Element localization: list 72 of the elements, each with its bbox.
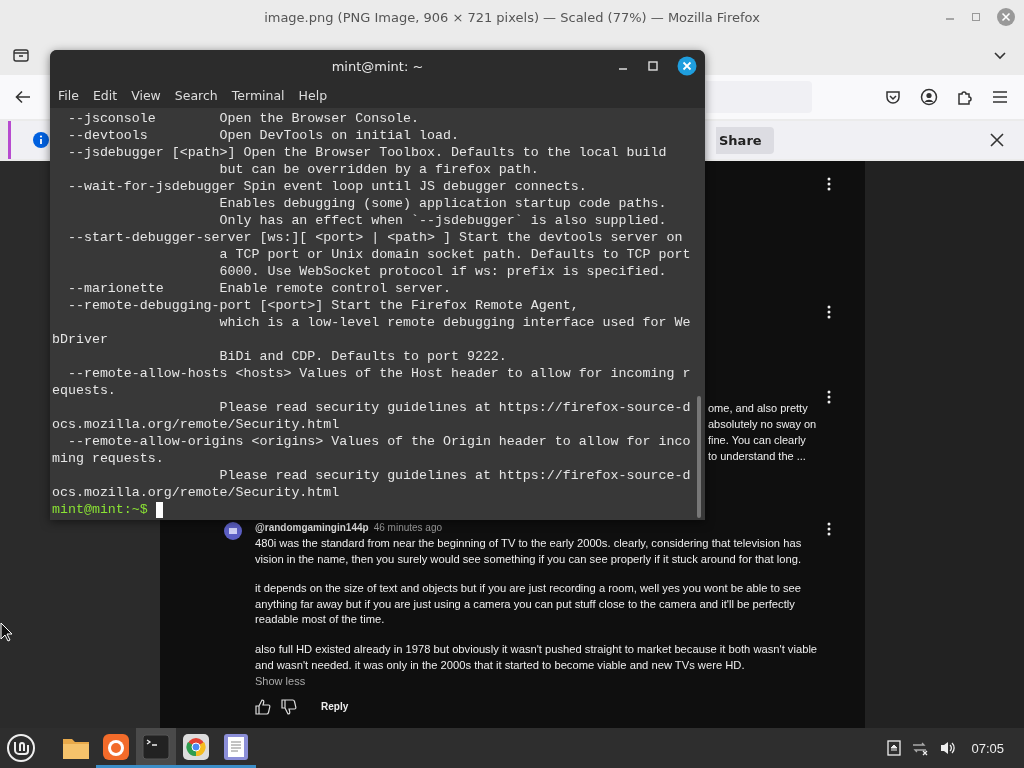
mint-logo-icon[interactable]: [6, 733, 36, 763]
window-title: mint@mint: ~: [331, 58, 424, 74]
terminal-line: equests.: [52, 382, 117, 399]
text-editor-icon: [223, 732, 249, 761]
shell-prompt: mint@mint:~$: [52, 501, 148, 518]
terminal-line: 6000. Use WebSocket protocol if ws: prefix is specified.: [218, 263, 668, 280]
menu-item[interactable]: Edit: [92, 87, 118, 103]
menu-item[interactable]: Terminal: [231, 87, 285, 103]
terminal-line: ocs.mozilla.org/remote/Security.html: [52, 416, 341, 433]
terminal-line: --remote-allow-origins <origins> Values of the Origin header to allow for inco: [66, 433, 692, 450]
terminal-line: BiDi and CDP. Defaults to port 9222.: [218, 348, 508, 365]
terminal-icon: [142, 733, 170, 760]
avatar-icon[interactable]: [224, 522, 242, 540]
text-cursor: [155, 501, 163, 518]
mouse-pointer-icon: [0, 622, 14, 642]
menu-item[interactable]: Search: [174, 87, 218, 103]
terminal-line: --marionette Enable remote control server.: [66, 280, 452, 297]
thumbs-down-icon[interactable]: [281, 698, 297, 715]
network-disconnected-icon[interactable]: [911, 740, 930, 756]
close-icon[interactable]: [990, 133, 1004, 147]
share-button[interactable]: Share: [716, 126, 774, 154]
menu-item[interactable]: View: [131, 87, 161, 103]
comment-paragraph: it depends on the size of text and objects but if you are just recording a room, well yes you wont be able to see anything far away but if you are just using a camera you can put stuff close to the camera and it'll be perfectly readable most of the time.: [255, 581, 803, 628]
pocket-icon[interactable]: [884, 88, 902, 106]
comment-author[interactable]: @randomgamingin144p: [255, 522, 369, 533]
terminal-line: but can be overridden by a firefox path.: [218, 161, 540, 178]
comment-paragraph: also full HD existed already in 1978 but obviously it wasn't pushed straight to market because it both wasn't viable and wasn't needed. it was only in the 2000s that it started to become viable and new TVs were HD.: [255, 641, 819, 673]
volume-icon[interactable]: [939, 740, 958, 756]
terminal-line: --remote-allow-hosts <hosts> Values of the Host header to allow for incoming r: [66, 365, 692, 382]
more-icon[interactable]: [827, 305, 831, 319]
browser-logo-icon: [182, 732, 210, 761]
browser-logo-icon: [102, 732, 130, 761]
maximize-icon[interactable]: [647, 60, 659, 72]
terminal-launcher[interactable]: [136, 728, 176, 768]
close-icon[interactable]: [677, 56, 697, 76]
terminal-line: --jsdebugger [<path>] Open the Browser Toolbox. Defaults to the local build: [66, 144, 668, 161]
comment-text: ome, and also pretty absolutely no sway on fine. You can clearly to understand the ...: [708, 401, 817, 464]
terminal-line: --jsconsole Open the Browser Console.: [66, 110, 421, 127]
menu-icon[interactable]: [992, 90, 1008, 104]
terminal-line: Please read security guidelines at https://firefox-source-d: [218, 399, 692, 416]
comment-time: 46 minutes ago: [373, 522, 443, 533]
thumbs-up-icon[interactable]: [255, 698, 271, 715]
folder-icon: [62, 736, 90, 760]
menu-item[interactable]: File: [58, 87, 79, 103]
terminal-line: bDriver: [52, 331, 109, 348]
window-title: image.png (PNG Image, 906 × 721 pixels) — Scaled (77%) — Mozilla Firefox: [264, 10, 760, 25]
terminal-line: ocs.mozilla.org/remote/Security.html: [52, 484, 341, 501]
terminal-line: Enables debugging (some) application startup code paths.: [218, 195, 668, 212]
clock[interactable]: 07:05: [971, 740, 1004, 756]
more-icon[interactable]: [827, 390, 831, 404]
eject-icon[interactable]: [887, 740, 902, 756]
terminal-line: --wait-for-jsdebugger Spin event loop until JS debugger connects.: [66, 178, 588, 195]
puzzle-icon[interactable]: [956, 88, 974, 106]
back-icon[interactable]: [14, 88, 32, 106]
menu-item[interactable]: Help: [298, 87, 328, 103]
terminal-line: ming requests.: [52, 450, 165, 467]
terminal-line: a TCP port or Unix domain socket path. Defaults to TCP port: [218, 246, 692, 263]
reply-button[interactable]: Reply: [317, 697, 353, 717]
comment-paragraph: 480i was the standard from near the beginning of TV to the early 2000s. clearly, considering that television has vision in the name, then you surely would see something if you can see properly if it stuck around for that long.: [255, 536, 803, 567]
terminal-line: Only has an effect when `--jsdebugger` is also supplied.: [218, 212, 668, 229]
terminal-line: Please read security guidelines at https://firefox-source-d: [218, 467, 692, 484]
scrollbar-thumb[interactable]: [697, 396, 701, 518]
tab-list-icon[interactable]: [12, 47, 30, 63]
more-icon[interactable]: [827, 522, 831, 536]
show-less-link[interactable]: Show less: [255, 675, 306, 688]
terminal-line: --remote-debugging-port [<port>] Start the Firefox Remote Agent,: [66, 297, 580, 314]
account-icon[interactable]: [920, 88, 938, 106]
terminal-line: --start-debugger-server [ws:][ <port> | <path> ] Start the devtools server on: [66, 229, 684, 246]
terminal-line: which is a low-level remote debugging interface used for We: [218, 314, 692, 331]
more-icon[interactable]: [827, 177, 831, 191]
info-icon: [33, 132, 49, 148]
terminal-line: --devtools Open DevTools on initial load.: [66, 127, 460, 144]
